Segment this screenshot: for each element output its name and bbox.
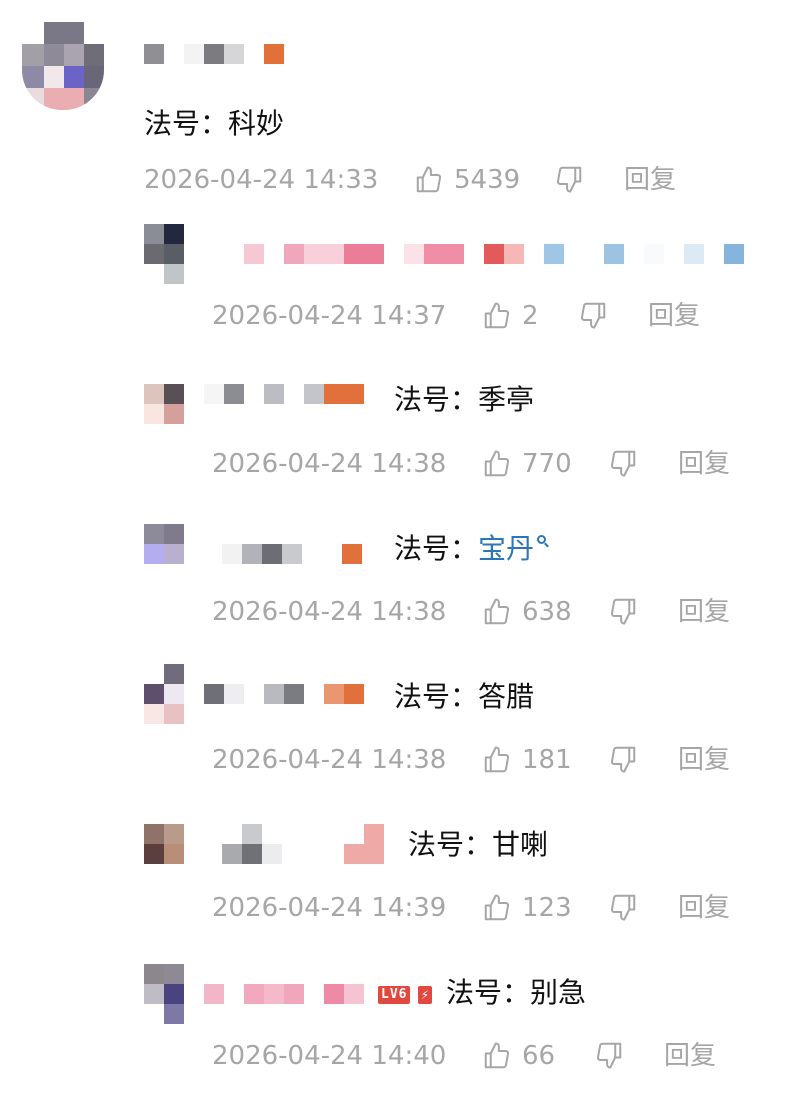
comment-meta: 2026-04-24 14:40 66 回复 [212,1038,732,1074]
username[interactable] [222,824,386,864]
thumbs-up-icon [484,894,510,921]
comment-text: 法号：甘喇 [408,828,549,861]
timestamp: 2026-04-24 14:33 [144,165,379,195]
reply-button[interactable]: 回复 [678,594,730,630]
username[interactable] [222,544,362,564]
search-icon[interactable] [537,535,547,544]
thumbs-down-icon [596,1042,622,1069]
avatar[interactable] [144,524,184,564]
comment-text: 法号：别急 [446,976,587,1009]
thumbs-down-icon [610,894,636,921]
thumbs-up-icon [484,450,510,477]
comment-text: 法号：宝丹 [394,529,547,569]
avatar[interactable] [144,664,184,724]
username[interactable] [204,384,364,404]
timestamp: 2026-04-24 14:38 [212,449,447,479]
like-button[interactable]: 123 [482,890,572,926]
like-count: 5439 [454,165,521,195]
like-count: 638 [522,597,572,627]
thumbs-down-icon [610,746,636,773]
thumbs-down-icon [610,598,636,625]
username[interactable] [244,244,744,264]
reply-button[interactable]: 回复 [664,1038,716,1074]
timestamp: 2026-04-24 14:38 [212,745,447,775]
like-button[interactable]: 181 [482,742,572,778]
dislike-button[interactable] [594,1040,624,1080]
comment-text: 法号：季亭 [394,383,535,416]
timestamp: 2026-04-24 14:40 [212,1041,447,1071]
dislike-button[interactable] [554,164,584,204]
avatar[interactable] [144,384,184,424]
comment-text: 法号：答腊 [394,680,535,713]
username[interactable] [144,44,284,64]
dharma-name-link[interactable]: 宝丹 [478,532,534,565]
like-count: 123 [522,893,572,923]
dislike-button[interactable] [608,892,638,932]
like-button[interactable]: 770 [482,446,572,482]
comment-meta: 2026-04-24 14:39 123 回复 [212,890,752,926]
reply-button[interactable]: 回复 [678,890,730,926]
level-badge: LV6 [378,986,411,1004]
thumbs-up-icon [484,598,510,625]
avatar[interactable] [144,964,184,1024]
thumbs-up-icon [484,1042,510,1069]
comment-meta: 2026-04-24 14:38 181 回复 [212,742,752,778]
username[interactable] [204,684,364,704]
username[interactable] [204,984,364,1004]
like-button[interactable]: 2 [482,298,539,334]
like-button[interactable]: 5439 [414,162,520,198]
like-count: 2 [522,301,539,331]
timestamp: 2026-04-24 14:38 [212,597,447,627]
like-count: 66 [522,1041,556,1071]
reply-button[interactable]: 回复 [678,446,730,482]
comment-text: 法号：科妙 [144,107,285,140]
dislike-button[interactable] [608,596,638,636]
thumbs-down-icon [580,302,606,329]
dislike-button[interactable] [608,744,638,784]
dislike-button[interactable] [578,300,608,340]
lightning-icon: ⚡ [418,986,432,1004]
avatar[interactable] [22,22,104,110]
comment-meta: 2026-04-24 14:37 2 回复 [212,298,732,334]
comment-meta: 2026-04-24 14:38 770 回复 [212,446,752,482]
like-count: 770 [522,449,572,479]
avatar[interactable] [144,824,184,864]
like-button[interactable]: 638 [482,594,572,630]
thumbs-down-icon [610,450,636,477]
reply-button[interactable]: 回复 [678,742,730,778]
thumbs-down-icon [556,166,582,193]
reply-button[interactable]: 回复 [648,298,700,334]
thumbs-up-icon [484,302,510,329]
comment-text-prefix: 法号： [394,532,479,565]
timestamp: 2026-04-24 14:39 [212,893,447,923]
avatar[interactable] [144,224,184,284]
comment-meta: 2026-04-24 14:33 5439 回复 [144,162,744,198]
like-count: 181 [522,745,572,775]
comment-meta: 2026-04-24 14:38 638 回复 [212,594,752,630]
dislike-button[interactable] [608,448,638,488]
reply-button[interactable]: 回复 [624,162,676,198]
thumbs-up-icon [416,166,442,193]
like-button[interactable]: 66 [482,1038,555,1074]
thumbs-up-icon [484,746,510,773]
timestamp: 2026-04-24 14:37 [212,301,447,331]
